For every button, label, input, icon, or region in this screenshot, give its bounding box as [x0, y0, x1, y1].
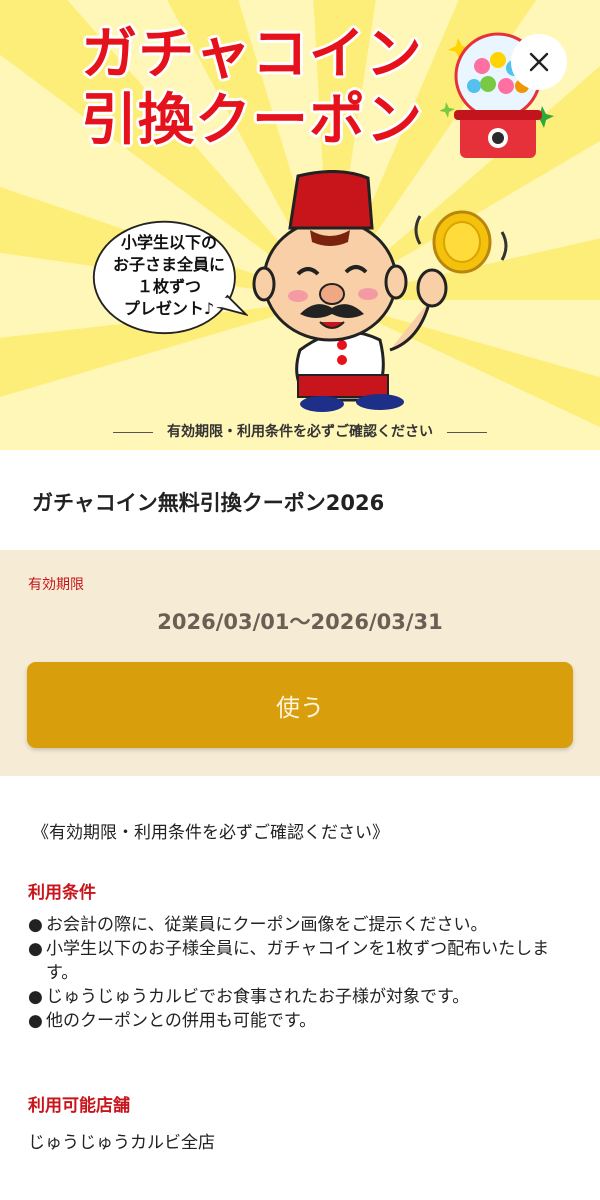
chef-mascot-illustration: [252, 170, 508, 412]
condition-text: 他のクーポンとの併用も可能です。: [46, 1011, 317, 1031]
banner-footer: 有効期限・利用条件を必ずご確認ください: [0, 421, 600, 441]
bubble-line: プレゼント♪: [123, 299, 215, 318]
bullet-icon: ●: [28, 1011, 43, 1031]
validity-label: 有効期限: [28, 577, 84, 593]
coupon-banner: ガチャコイン 引換クーポン 小学生以下の お子さま全員に １枚ずつ プレゼント♪: [0, 0, 600, 450]
condition-text: 小学生以下のお子様全員に、ガチャコインを1枚ずつ配布いたします。: [46, 939, 550, 983]
use-coupon-button[interactable]: 使う: [27, 662, 573, 748]
confirmation-notice: 《有効期限・利用条件を必ずご確認ください》: [32, 823, 389, 843]
bubble-line: お子さま全員に: [112, 255, 225, 274]
conditions-list: ● お会計の際に、従業員にクーポン画像をご提示ください。 ● 小学生以下のお子様全員…: [28, 913, 576, 1033]
conditions-heading: 利用条件: [28, 883, 96, 903]
bullet-icon: ●: [28, 939, 43, 959]
banner-title-line1: ガチャコイン: [81, 22, 423, 87]
banner-title: ガチャコイン 引換クーポン: [62, 22, 442, 154]
close-button[interactable]: [511, 34, 567, 90]
bullet-icon: ●: [28, 987, 43, 1007]
validity-panel: 有効期限 2026/03/01〜2026/03/31 使う: [0, 550, 600, 776]
divider-line: [113, 431, 153, 433]
bullet-icon: ●: [28, 915, 43, 935]
validity-period: 2026/03/01〜2026/03/31: [157, 610, 443, 634]
list-item: ● 他のクーポンとの併用も可能です。: [28, 1009, 576, 1033]
condition-text: お会計の際に、従業員にクーポン画像をご提示ください。: [46, 915, 488, 935]
bubble-line: １枚ずつ: [136, 277, 201, 296]
list-item: ● じゅうじゅうカルビでお食事されたお子様が対象です。: [28, 985, 576, 1009]
banner-title-line2: 引換クーポン: [81, 88, 423, 153]
gold-coin-icon: [414, 210, 508, 274]
condition-text: じゅうじゅうカルビでお食事されたお子様が対象です。: [46, 987, 470, 1007]
bubble-text: 小学生以下の お子さま全員に １枚ずつ プレゼント♪: [96, 232, 242, 320]
stores-heading: 利用可能店舗: [28, 1096, 130, 1116]
banner-footer-text: 有効期限・利用条件を必ずご確認ください: [167, 424, 433, 440]
stores-text: じゅうじゅうカルビ全店: [28, 1133, 215, 1153]
bubble-line: 小学生以下の: [120, 233, 217, 252]
coupon-title: ガチャコイン無料引換クーポン2026: [32, 491, 385, 515]
list-item: ● お会計の際に、従業員にクーポン画像をご提示ください。: [28, 913, 576, 937]
list-item: ● 小学生以下のお子様全員に、ガチャコインを1枚ずつ配布いたします。: [28, 937, 576, 985]
divider-line: [447, 431, 487, 433]
close-icon: [529, 52, 549, 72]
